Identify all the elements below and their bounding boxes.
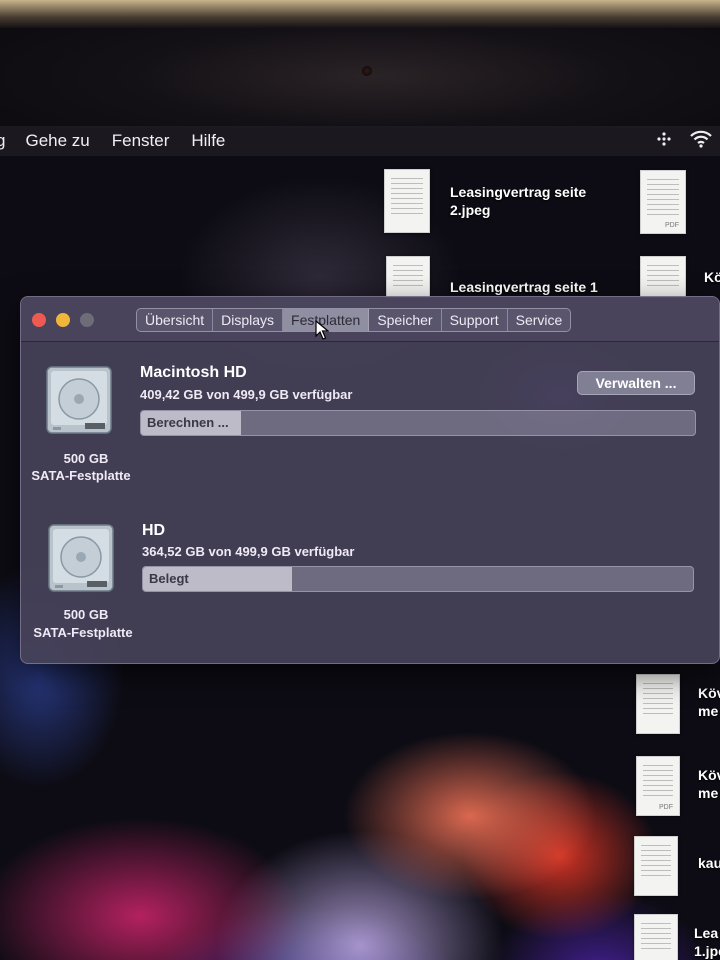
disk-capacity: 500 GB (63, 607, 109, 622)
disk-type: SATA-Festplatte (33, 625, 133, 640)
desktop-file-label: Köv me (698, 766, 720, 802)
document-thumbnail-icon (384, 169, 430, 233)
desktop-file-label: Köv me (698, 684, 720, 720)
storage-bar-label: Belegt (149, 571, 189, 586)
disk-name: HD (142, 522, 166, 539)
tab-uebersicht[interactable]: Übersicht (137, 309, 214, 331)
tab-service[interactable]: Service (508, 309, 571, 331)
file-label-line: Leasingvertrag seite 1 (450, 279, 598, 295)
menu-item-gehe-zu[interactable]: Gehe zu (25, 131, 89, 151)
disk-available-text: 364,52 GB von 499,9 GB verfügbar (142, 544, 355, 559)
menu-bar: g Gehe zu Fenster Hilfe (0, 126, 720, 156)
document-thumbnail-icon (640, 256, 686, 298)
desktop-file-label: Leasingvertrag seite 2.jpeg (450, 183, 586, 219)
camera-lens (362, 66, 372, 76)
wifi-icon[interactable] (690, 130, 712, 148)
disk-capacity: 500 GB (63, 451, 109, 466)
tab-displays[interactable]: Displays (213, 309, 284, 331)
screen-bezel (0, 0, 720, 128)
menu-item-hilfe[interactable]: Hilfe (191, 131, 225, 151)
file-label-line: me (698, 785, 719, 801)
desktop-file-label: kau (698, 854, 720, 872)
file-label-line: 1.jpe (694, 943, 720, 959)
file-label-line: Leasingvertrag seite (450, 184, 587, 200)
hard-drive-icon (46, 366, 112, 434)
storage-usage-bar: Berechnen ... (140, 410, 696, 436)
control-dots-icon[interactable] (656, 131, 672, 147)
pdf-document-icon (640, 170, 686, 234)
about-this-mac-window: Übersicht Displays Festplatten Speicher … (20, 296, 720, 664)
document-thumbnail-icon (634, 914, 678, 960)
desktop-file-label: Kö (704, 268, 720, 286)
file-label-line: Köv (698, 767, 720, 783)
desktop-file-label: Leasingvertrag seite 1 (450, 278, 598, 296)
mouse-pointer-icon (315, 320, 329, 340)
disk-name: Macintosh HD (140, 364, 247, 381)
disk-available-text: 409,42 GB von 499,9 GB verfügbar (140, 387, 353, 402)
close-window-button[interactable] (32, 313, 46, 327)
minimize-window-button[interactable] (56, 313, 70, 327)
file-label-line: me (698, 703, 719, 719)
document-thumbnail-icon (386, 256, 430, 298)
storage-bar-label: Berechnen ... (147, 415, 229, 430)
file-label-line: Lea (694, 925, 719, 941)
desktop-file-label: Lea 1.jpe (694, 924, 720, 960)
pdf-document-icon (636, 756, 680, 816)
menu-item-partial[interactable]: g (0, 131, 5, 151)
file-label-line: Köv (698, 685, 720, 701)
menu-item-fenster[interactable]: Fenster (112, 131, 170, 151)
file-label-line: Kö (704, 269, 720, 285)
hard-drive-icon (48, 524, 114, 592)
document-thumbnail-icon (636, 674, 680, 734)
document-thumbnail-icon (634, 836, 678, 896)
menu-status-area (656, 130, 712, 148)
tab-bar: Übersicht Displays Festplatten Speicher … (136, 308, 572, 332)
file-label-line: 2.jpeg (450, 202, 491, 218)
window-titlebar: Übersicht Displays Festplatten Speicher … (21, 297, 719, 342)
storage-usage-bar: Belegt (142, 566, 694, 592)
file-label-line: kau (698, 855, 720, 871)
disk-type: SATA-Festplatte (31, 468, 131, 483)
manage-button[interactable]: Verwalten ... (577, 371, 695, 395)
tab-support[interactable]: Support (442, 309, 508, 331)
zoom-window-button[interactable] (80, 313, 94, 327)
tab-speicher[interactable]: Speicher (369, 309, 442, 331)
